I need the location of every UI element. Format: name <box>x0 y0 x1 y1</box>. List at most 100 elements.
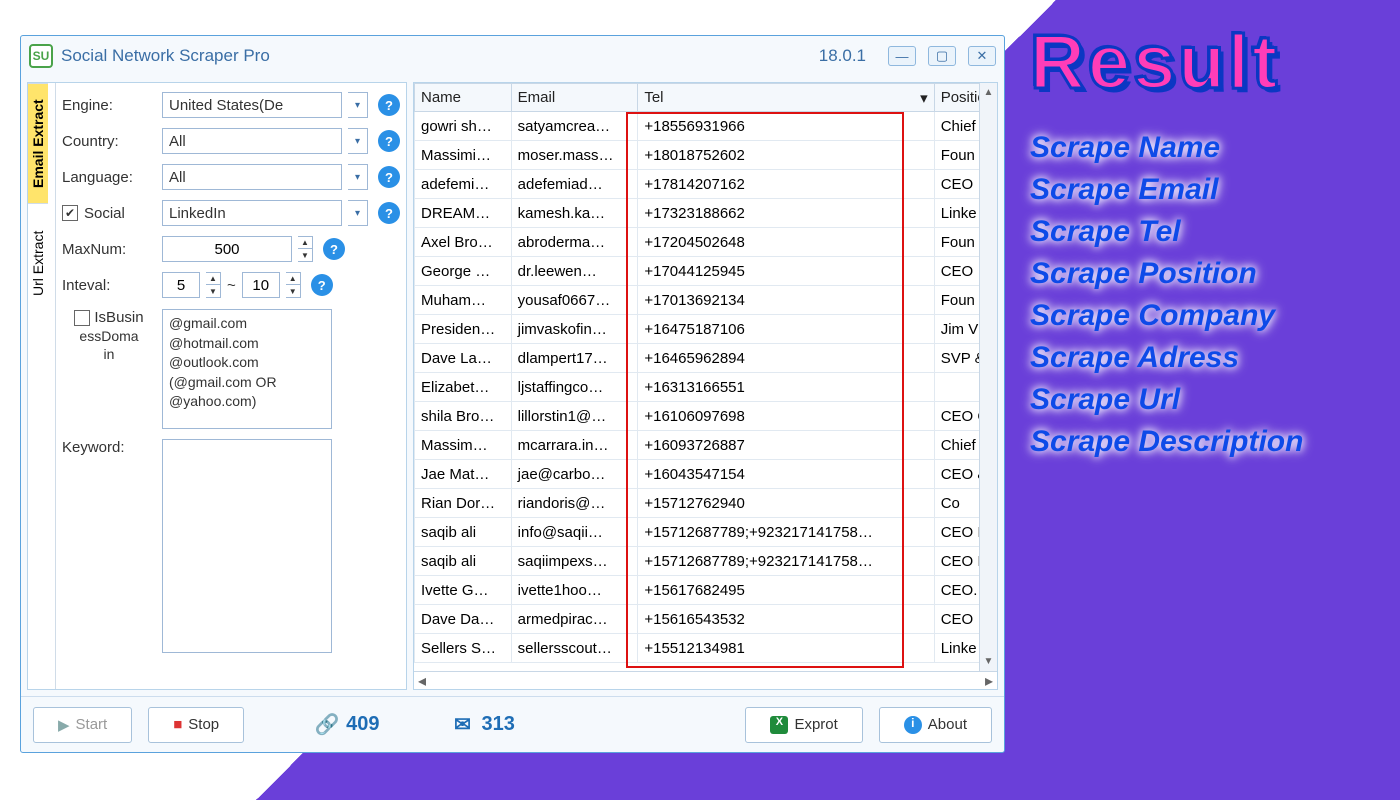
social-checkbox[interactable]: ✔ <box>62 205 78 221</box>
cell-tel: +18556931966 <box>638 112 934 141</box>
interval-from-spinner[interactable]: ▲▼ <box>206 272 221 298</box>
vertical-scrollbar[interactable]: ▲▼ <box>979 83 997 671</box>
promo-headline: Result <box>1030 25 1380 101</box>
excel-icon: X <box>770 716 788 734</box>
info-icon: i <box>904 716 922 734</box>
interval-from-input[interactable] <box>162 272 200 298</box>
promo-feature: Scrape Adress <box>1030 341 1380 375</box>
table-row[interactable]: Rian Dor…riandoris@…+15712762940Co <box>415 489 997 518</box>
cell-name: DREAM… <box>415 199 512 228</box>
social-label: Social <box>84 205 156 222</box>
table-row[interactable]: Sellers S…sellersscout…+15512134981Linke <box>415 634 997 663</box>
table-row[interactable]: saqib alisaqiimpexs…+15712687789;+923217… <box>415 547 997 576</box>
cell-tel: +15712687789;+923217141758… <box>638 518 934 547</box>
table-row[interactable]: Muham…yousaf0667…+17013692134Foun <box>415 286 997 315</box>
col-tel[interactable]: Tel▾ <box>638 84 934 112</box>
maximize-button[interactable]: ▢ <box>928 46 956 66</box>
cell-name: saqib ali <box>415 547 512 576</box>
table-row[interactable]: Jae Mat…jae@carbo…+16043547154CEO & <box>415 460 997 489</box>
social-help-icon[interactable]: ? <box>378 202 400 224</box>
maxnum-spinner[interactable]: ▲▼ <box>298 236 313 262</box>
table-row[interactable]: DREAM…kamesh.ka…+17323188662Linke <box>415 199 997 228</box>
cell-name: Sellers S… <box>415 634 512 663</box>
cell-email: dr.leewen… <box>511 257 638 286</box>
export-button[interactable]: X Exprot <box>745 707 862 743</box>
about-button[interactable]: i About <box>879 707 992 743</box>
maxnum-input[interactable] <box>162 236 292 262</box>
cell-email: armedpirac… <box>511 605 638 634</box>
minimize-button[interactable]: — <box>888 46 916 66</box>
table-row[interactable]: Massimi…moser.mass…+18018752602Foun <box>415 141 997 170</box>
results-grid: Name Email Tel▾ Positio gowri sh…satyamc… <box>414 83 997 671</box>
table-row[interactable]: gowri sh…satyamcrea…+18556931966Chief <box>415 112 997 141</box>
country-select[interactable]: All <box>162 128 342 154</box>
cell-email: lillorstin1@… <box>511 402 638 431</box>
promo-feature: Scrape Tel <box>1030 215 1380 249</box>
table-row[interactable]: shila Bro…lillorstin1@…+16106097698CEO C <box>415 402 997 431</box>
keyword-textarea[interactable] <box>162 439 332 653</box>
tab-url-extract[interactable]: Url Extract <box>28 203 48 323</box>
cell-email: dlampert17… <box>511 344 638 373</box>
action-bar: ▶ Start ■ Stop 🔗 409 ✉ 313 X Exprot i Ab… <box>21 696 1004 752</box>
language-select[interactable]: All <box>162 164 342 190</box>
cell-name: shila Bro… <box>415 402 512 431</box>
horizontal-scrollbar[interactable]: ◂▸ <box>414 671 997 689</box>
cell-email: satyamcrea… <box>511 112 638 141</box>
interval-label: Inteval: <box>62 277 156 294</box>
language-dropdown-icon[interactable]: ▾ <box>348 164 368 190</box>
maxnum-help-icon[interactable]: ? <box>323 238 345 260</box>
country-label: Country: <box>62 133 156 150</box>
links-count: 🔗 409 <box>316 713 379 736</box>
interval-help-icon[interactable]: ? <box>311 274 333 296</box>
version-label: 18.0.1 <box>819 46 866 66</box>
table-row[interactable]: Elizabet…ljstaffingco…+16313166551 <box>415 373 997 402</box>
isbusiness-checkbox[interactable] <box>74 310 90 326</box>
cell-email: info@saqii… <box>511 518 638 547</box>
table-row[interactable]: adefemi…adefemiad…+17814207162CEO <box>415 170 997 199</box>
close-button[interactable]: ✕ <box>968 46 996 66</box>
engine-select[interactable]: United States(De <box>162 92 342 118</box>
promo-feature: Scrape Position <box>1030 257 1380 291</box>
start-button[interactable]: ▶ Start <box>33 707 132 743</box>
col-email[interactable]: Email <box>511 84 638 112</box>
cell-email: yousaf0667… <box>511 286 638 315</box>
table-row[interactable]: saqib aliinfo@saqii…+15712687789;+923217… <box>415 518 997 547</box>
isbusiness-label-1: IsBusin <box>94 309 143 326</box>
social-select[interactable]: LinkedIn <box>162 200 342 226</box>
cell-tel: +16106097698 <box>638 402 934 431</box>
table-row[interactable]: Axel Bro…abroderma…+17204502648Foun <box>415 228 997 257</box>
interval-to-spinner[interactable]: ▲▼ <box>286 272 301 298</box>
country-dropdown-icon[interactable]: ▾ <box>348 128 368 154</box>
table-row[interactable]: Dave Da…armedpirac…+15616543532CEO <box>415 605 997 634</box>
engine-help-icon[interactable]: ? <box>378 94 400 116</box>
cell-email: saqiimpexs… <box>511 547 638 576</box>
results-panel: Name Email Tel▾ Positio gowri sh…satyamc… <box>413 82 998 690</box>
table-row[interactable]: George …dr.leewen…+17044125945CEO <box>415 257 997 286</box>
table-row[interactable]: Dave La…dlampert17…+16465962894SVP & <box>415 344 997 373</box>
cell-name: saqib ali <box>415 518 512 547</box>
tab-email-extract[interactable]: Email Extract <box>28 83 48 203</box>
interval-to-input[interactable] <box>242 272 280 298</box>
cell-name: Axel Bro… <box>415 228 512 257</box>
stop-icon: ■ <box>173 716 182 733</box>
cell-email: adefemiad… <box>511 170 638 199</box>
engine-dropdown-icon[interactable]: ▾ <box>348 92 368 118</box>
cell-name: Jae Mat… <box>415 460 512 489</box>
cell-name: adefemi… <box>415 170 512 199</box>
col-name[interactable]: Name <box>415 84 512 112</box>
interval-separator: ~ <box>227 277 236 294</box>
maxnum-label: MaxNum: <box>62 241 156 258</box>
cell-email: ivette1hoo… <box>511 576 638 605</box>
cell-tel: +17323188662 <box>638 199 934 228</box>
stop-button[interactable]: ■ Stop <box>148 707 244 743</box>
table-row[interactable]: Ivette G…ivette1hoo…+15617682495CEO. <box>415 576 997 605</box>
table-row[interactable]: Presiden…jimvaskofin…+16475187106Jim V <box>415 315 997 344</box>
table-row[interactable]: Massim…mcarrara.in…+16093726887Chief <box>415 431 997 460</box>
promo-feature: Scrape Email <box>1030 173 1380 207</box>
country-help-icon[interactable]: ? <box>378 130 400 152</box>
language-help-icon[interactable]: ? <box>378 166 400 188</box>
domains-textarea[interactable]: @gmail.com @hotmail.com @outlook.com (@g… <box>162 309 332 429</box>
config-form: Engine: United States(De ▾ ? Country: Al… <box>56 83 406 689</box>
cell-tel: +15616543532 <box>638 605 934 634</box>
social-dropdown-icon[interactable]: ▾ <box>348 200 368 226</box>
